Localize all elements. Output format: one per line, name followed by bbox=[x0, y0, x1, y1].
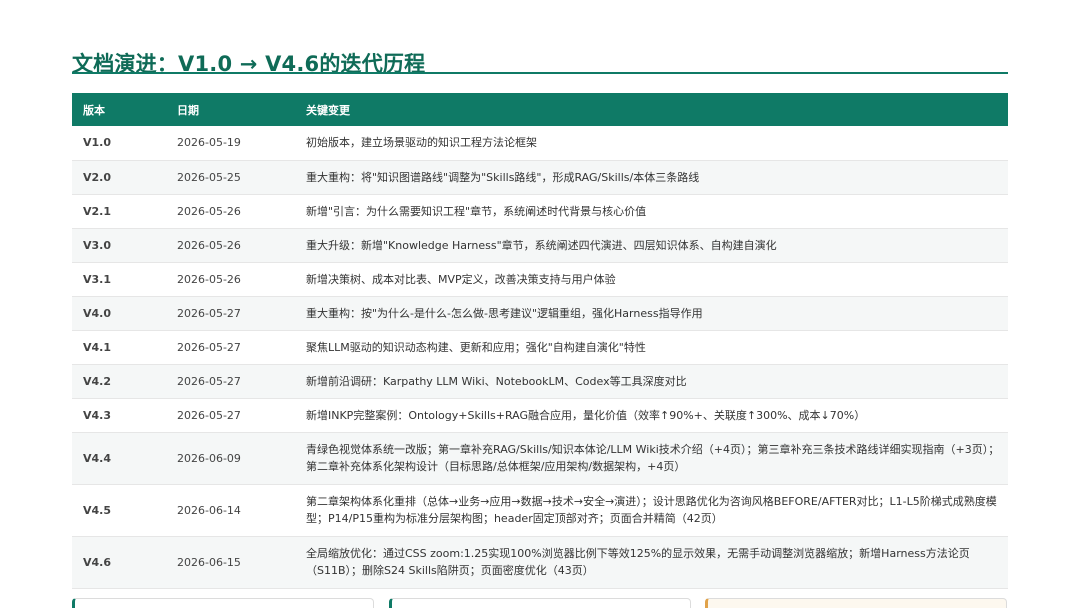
cell-version: V4.3 bbox=[72, 398, 166, 433]
cell-date: 2026-05-27 bbox=[166, 330, 296, 365]
cell-change: 新增INKP完整案例：Ontology+Skills+RAG融合应用，量化价值（… bbox=[296, 398, 1008, 433]
cell-date: 2026-05-19 bbox=[166, 126, 296, 161]
table-row: V4.2 2026-05-27 新增前沿调研：Karpathy LLM Wiki… bbox=[72, 364, 1008, 399]
table-row: V4.5 2026-06-14 第二章架构体系化重排（总体→业务→应用→数据→技… bbox=[72, 484, 1008, 537]
cell-change: 聚焦LLM驱动的知识动态构建、更新和应用；强化"自构建自演化"特性 bbox=[296, 330, 1008, 365]
cell-version: V2.1 bbox=[72, 194, 166, 229]
title-divider bbox=[72, 72, 1008, 74]
table-row: V4.3 2026-05-27 新增INKP完整案例：Ontology+Skil… bbox=[72, 398, 1008, 433]
summary-card bbox=[72, 598, 374, 608]
table-row: V3.1 2026-05-26 新增决策树、成本对比表、MVP定义，改善决策支持… bbox=[72, 262, 1008, 297]
cell-change: 全局缩放优化：通过CSS zoom:1.25实现100%浏览器比例下等效125%… bbox=[296, 536, 1008, 589]
cell-date: 2026-05-25 bbox=[166, 160, 296, 195]
header-version: 版本 bbox=[83, 103, 105, 117]
version-history-table: 版本 日期 关键变更 V1.0 2026-05-19 初始版本，建立场景驱动的知… bbox=[72, 93, 1008, 589]
cell-date: 2026-06-14 bbox=[166, 484, 296, 537]
cell-date: 2026-06-09 bbox=[166, 432, 296, 485]
cell-version: V4.1 bbox=[72, 330, 166, 365]
table-header: 版本 日期 关键变更 bbox=[72, 93, 1008, 126]
table-row: V2.0 2026-05-25 重大重构：将"知识图谱路线"调整为"Skills… bbox=[72, 160, 1008, 195]
table-row: V4.6 2026-06-15 全局缩放优化：通过CSS zoom:1.25实现… bbox=[72, 536, 1008, 589]
table-row: V4.1 2026-05-27 聚焦LLM驱动的知识动态构建、更新和应用；强化"… bbox=[72, 330, 1008, 365]
cell-version: V4.0 bbox=[72, 296, 166, 331]
cell-change: 新增决策树、成本对比表、MVP定义，改善决策支持与用户体验 bbox=[296, 262, 1008, 297]
summary-card bbox=[389, 598, 691, 608]
cell-version: V3.0 bbox=[72, 228, 166, 263]
cell-version: V4.5 bbox=[72, 484, 166, 537]
cell-date: 2026-05-26 bbox=[166, 262, 296, 297]
table-body: V1.0 2026-05-19 初始版本，建立场景驱动的知识工程方法论框架 V2… bbox=[72, 126, 1008, 589]
cell-date: 2026-05-26 bbox=[166, 228, 296, 263]
cell-version: V4.2 bbox=[72, 364, 166, 399]
table-row: V2.1 2026-05-26 新增"引言：为什么需要知识工程"章节，系统阐述时… bbox=[72, 194, 1008, 229]
cell-change: 青绿色视觉体系统一改版；第一章补充RAG/Skills/知识本体论/LLM Wi… bbox=[296, 432, 1008, 485]
cell-change: 重大重构：按"为什么-是什么-怎么做-思考建议"逻辑重组，强化Harness指导… bbox=[296, 296, 1008, 331]
cell-date: 2026-05-27 bbox=[166, 296, 296, 331]
cell-version: V4.4 bbox=[72, 432, 166, 485]
cell-version: V3.1 bbox=[72, 262, 166, 297]
table-row: V4.4 2026-06-09 青绿色视觉体系统一改版；第一章补充RAG/Ski… bbox=[72, 432, 1008, 485]
cell-version: V1.0 bbox=[72, 126, 166, 161]
cell-date: 2026-05-27 bbox=[166, 398, 296, 433]
cell-date: 2026-05-27 bbox=[166, 364, 296, 399]
table-row: V1.0 2026-05-19 初始版本，建立场景驱动的知识工程方法论框架 bbox=[72, 126, 1008, 161]
cell-date: 2026-06-15 bbox=[166, 536, 296, 589]
header-date: 日期 bbox=[177, 103, 199, 117]
table-header-row: 版本 日期 关键变更 bbox=[72, 93, 1008, 126]
cell-version: V4.6 bbox=[72, 536, 166, 589]
cell-change: 新增"引言：为什么需要知识工程"章节，系统阐述时代背景与核心价值 bbox=[296, 194, 1008, 229]
table-row: V4.0 2026-05-27 重大重构：按"为什么-是什么-怎么做-思考建议"… bbox=[72, 296, 1008, 331]
cell-change: 重大重构：将"知识图谱路线"调整为"Skills路线"，形成RAG/Skills… bbox=[296, 160, 1008, 195]
table-row: V3.0 2026-05-26 重大升级：新增"Knowledge Harnes… bbox=[72, 228, 1008, 263]
cell-date: 2026-05-26 bbox=[166, 194, 296, 229]
cell-version: V2.0 bbox=[72, 160, 166, 195]
cell-change: 重大升级：新增"Knowledge Harness"章节，系统阐述四代演进、四层… bbox=[296, 228, 1008, 263]
cell-change: 初始版本，建立场景驱动的知识工程方法论框架 bbox=[296, 126, 1008, 161]
header-change: 关键变更 bbox=[306, 103, 350, 117]
summary-card bbox=[705, 598, 1007, 608]
cell-change: 第二章架构体系化重排（总体→业务→应用→数据→技术→安全→演进）；设计思路优化为… bbox=[296, 484, 1008, 537]
cell-change: 新增前沿调研：Karpathy LLM Wiki、NotebookLM、Code… bbox=[296, 364, 1008, 399]
